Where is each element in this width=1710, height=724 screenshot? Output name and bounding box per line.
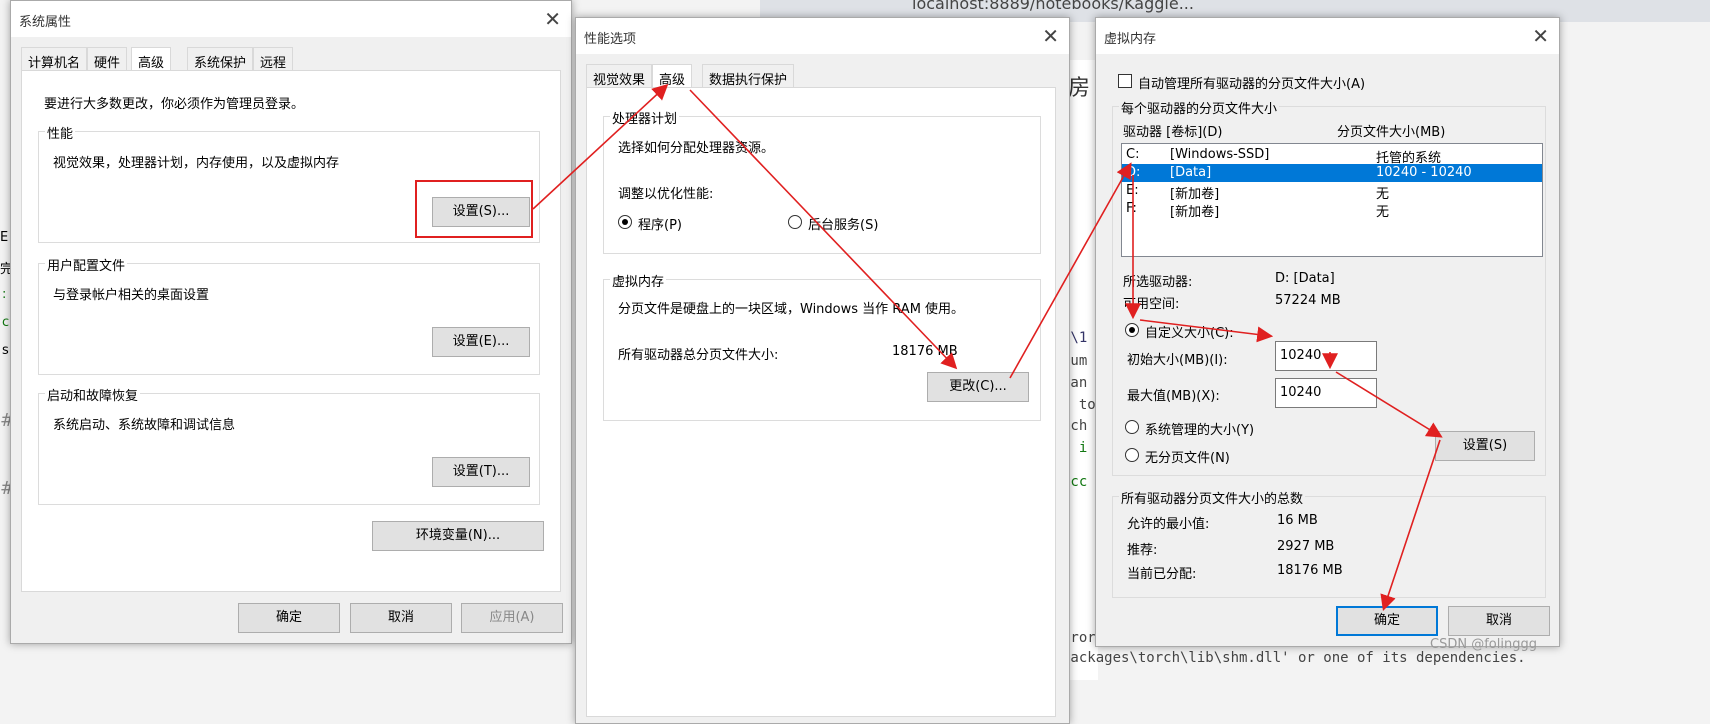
arrow-line	[689, 89, 958, 370]
arrow-line	[1139, 319, 1274, 343]
annotation-arrows	[532, 83, 1443, 612]
arrow-line	[1335, 371, 1443, 438]
arrow-line	[532, 83, 669, 210]
arrow-line	[1009, 162, 1132, 379]
arrow-line	[1380, 439, 1441, 612]
